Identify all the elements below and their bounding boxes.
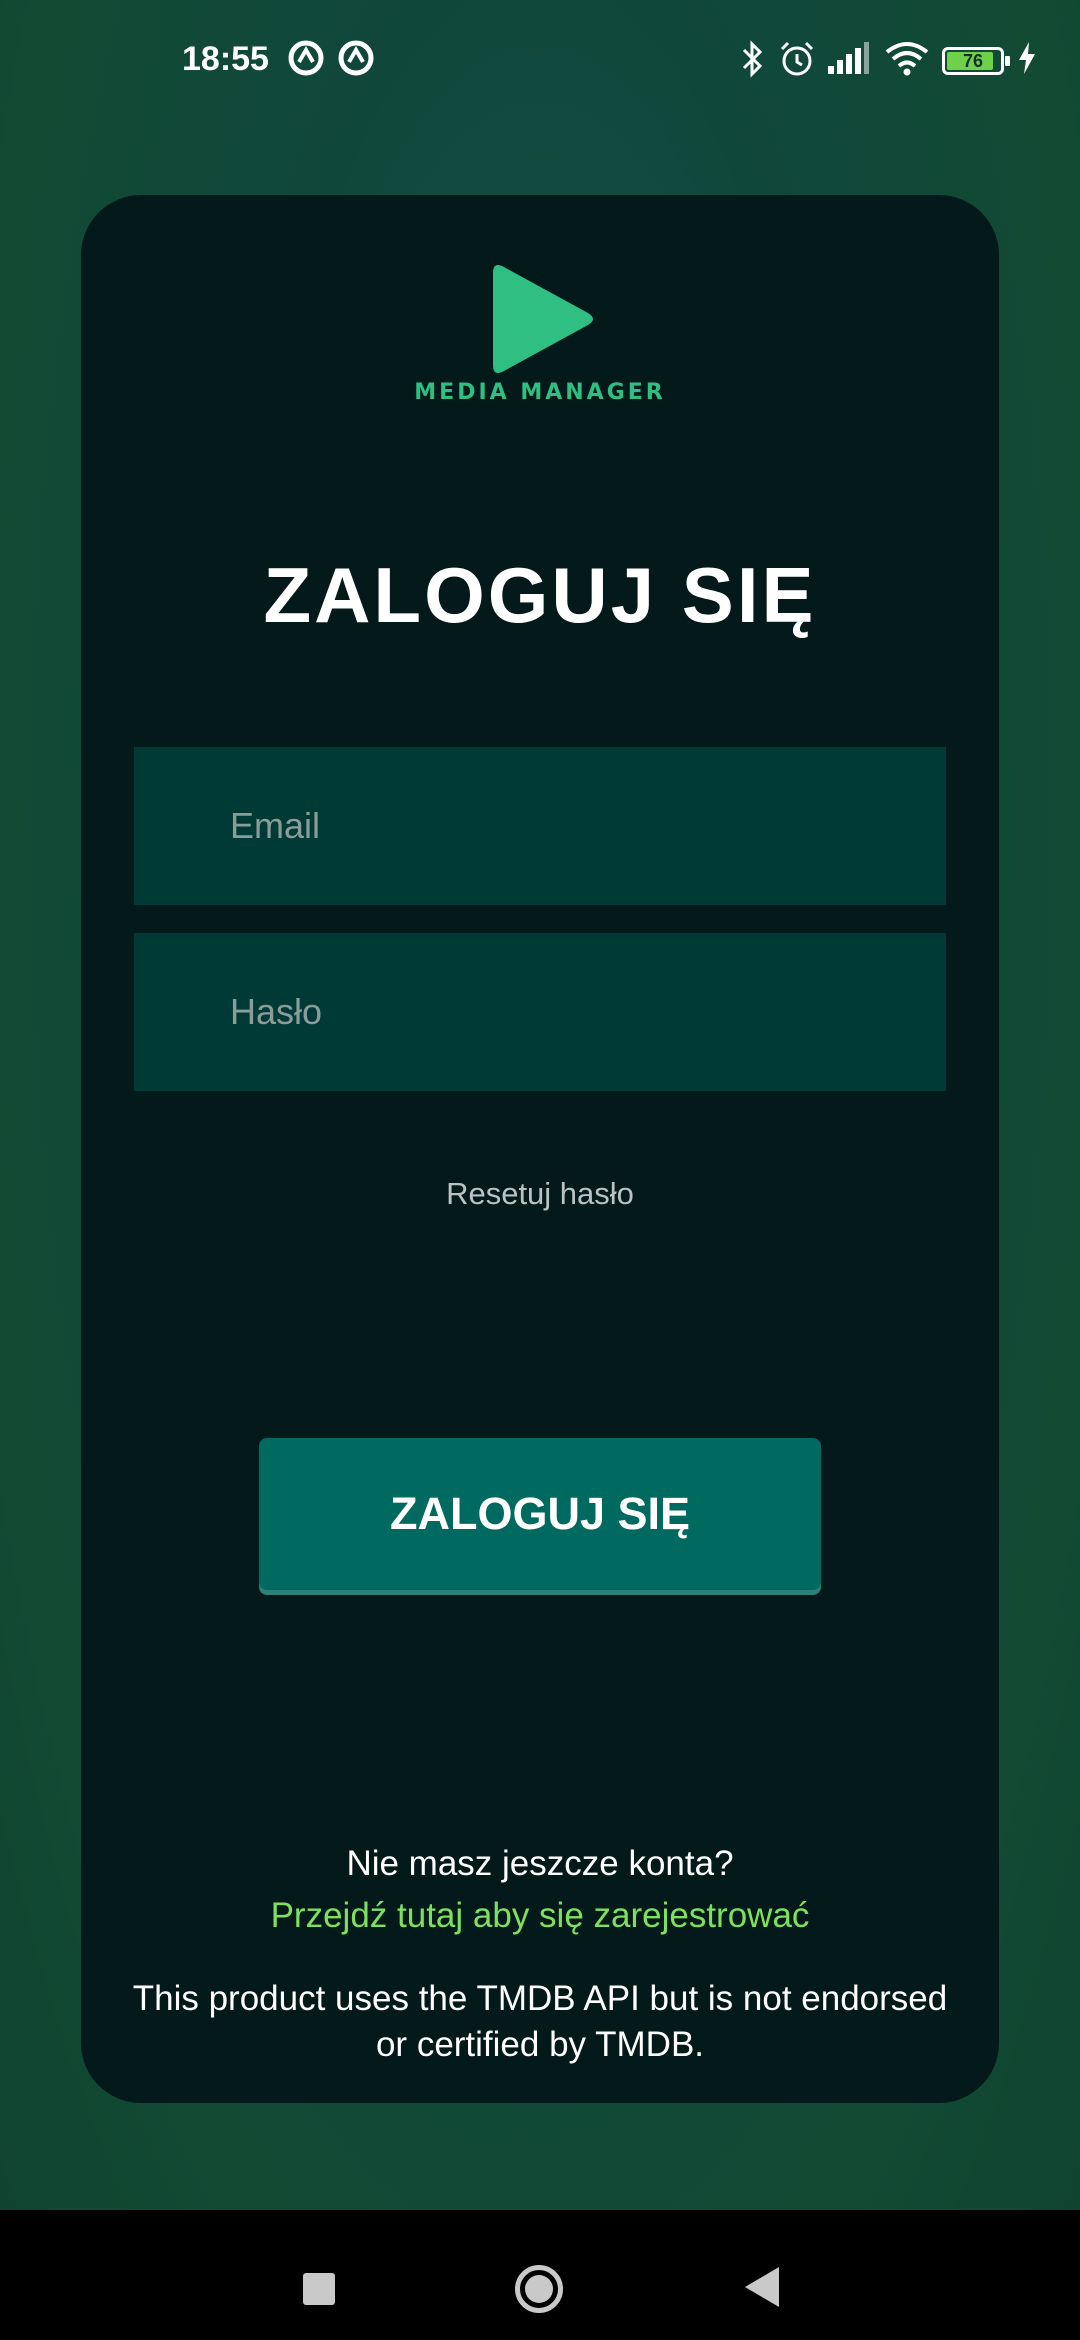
register-link[interactable]: Przejdź tutaj aby się zarejestrować (0, 1896, 1080, 1936)
password-placeholder: Hasło (230, 991, 323, 1032)
email-field[interactable]: Email (134, 747, 946, 905)
navigation-bar (0, 2210, 1080, 2340)
home-icon[interactable] (515, 2265, 563, 2313)
register-prompt: Nie masz jeszcze konta? (346, 1844, 734, 1883)
battery-icon: 76 (942, 47, 1010, 75)
password-field[interactable]: Hasło (134, 933, 946, 1091)
login-button[interactable]: ZALOGUJ SIĘ (259, 1438, 821, 1590)
tmdb-disclaimer: This product uses the TMDB API but is no… (132, 1979, 948, 2064)
battery-level: 76 (962, 51, 984, 71)
signal-icon (828, 42, 869, 74)
notification-icon (338, 40, 374, 76)
charging-icon (1019, 42, 1035, 74)
page-title: ZALOGUJ SIĘ (263, 551, 817, 639)
notification-icon (288, 40, 324, 76)
app-logo: MEDIA MANAGER (410, 255, 670, 415)
bluetooth-icon (742, 40, 763, 78)
login-card (81, 195, 999, 2103)
play-icon (493, 265, 593, 373)
status-bar: 18:55 76 (0, 0, 1080, 120)
email-placeholder: Email (230, 805, 321, 846)
alarm-icon (780, 41, 814, 76)
reset-password-link[interactable]: Resetuj hasło (0, 1176, 1080, 1212)
logo-text: MEDIA MANAGER (414, 380, 666, 405)
status-time: 18:55 (182, 40, 269, 78)
back-icon[interactable] (745, 2267, 779, 2307)
recents-icon[interactable] (303, 2273, 335, 2305)
wifi-icon (885, 42, 929, 76)
